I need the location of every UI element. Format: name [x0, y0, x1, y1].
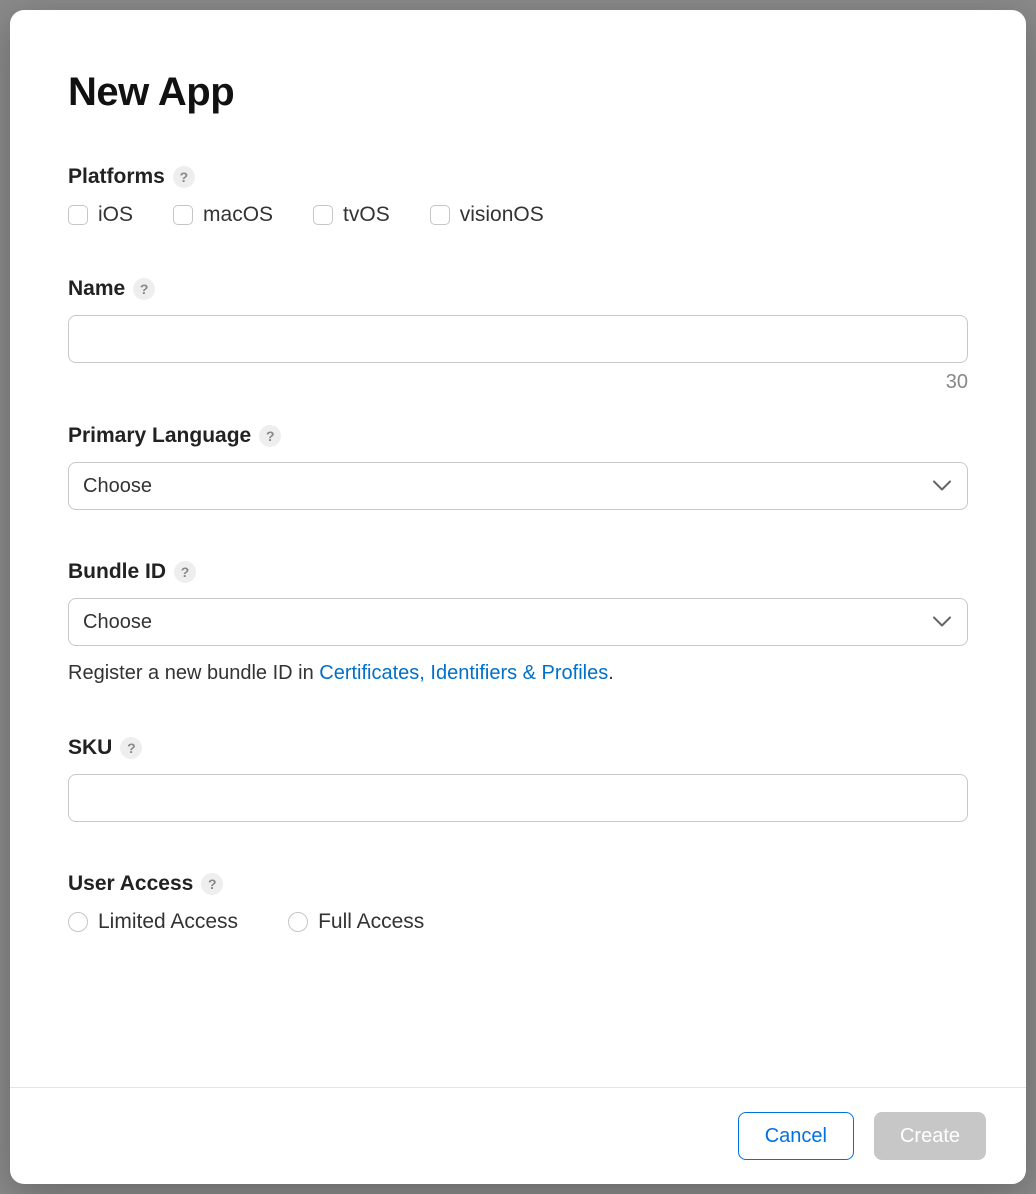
platform-macos-checkbox[interactable]: macOS — [173, 203, 273, 227]
platform-macos-label: macOS — [203, 203, 273, 227]
primary-language-label: Primary Language — [68, 424, 251, 448]
checkbox-icon — [68, 205, 88, 225]
bundle-id-select[interactable]: Choose — [68, 598, 968, 646]
chevron-down-icon — [933, 617, 951, 628]
bundle-id-field: Bundle ID ? Choose Register a new bundle… — [68, 560, 968, 686]
primary-language-select[interactable]: Choose — [68, 462, 968, 510]
help-icon[interactable]: ? — [201, 873, 223, 895]
bundle-id-hint-suffix: . — [608, 662, 614, 684]
page-title: New App — [68, 70, 968, 115]
bundle-id-label: Bundle ID — [68, 560, 166, 584]
name-char-counter: 30 — [68, 371, 968, 394]
bundle-id-hint-prefix: Register a new bundle ID in — [68, 662, 319, 684]
platforms-field: Platforms ? iOS macOS tvOS visi — [68, 165, 968, 227]
bundle-id-label-row: Bundle ID ? — [68, 560, 968, 584]
bundle-id-value: Choose — [83, 611, 152, 634]
user-access-options: Limited Access Full Access — [68, 910, 968, 934]
cancel-button[interactable]: Cancel — [738, 1112, 854, 1160]
user-access-field: User Access ? Limited Access Full Access — [68, 872, 968, 934]
platform-tvos-checkbox[interactable]: tvOS — [313, 203, 390, 227]
radio-icon — [68, 912, 88, 932]
platform-visionos-label: visionOS — [460, 203, 544, 227]
sku-field: SKU ? — [68, 736, 968, 822]
sku-label-row: SKU ? — [68, 736, 968, 760]
sku-input[interactable] — [68, 774, 968, 822]
name-input[interactable] — [68, 315, 968, 363]
platforms-label: Platforms — [68, 165, 165, 189]
modal-content: New App Platforms ? iOS macOS tvOS — [10, 10, 1026, 1087]
name-label: Name — [68, 277, 125, 301]
platform-ios-checkbox[interactable]: iOS — [68, 203, 133, 227]
platform-ios-label: iOS — [98, 203, 133, 227]
checkbox-icon — [173, 205, 193, 225]
name-label-row: Name ? — [68, 277, 968, 301]
help-icon[interactable]: ? — [174, 561, 196, 583]
full-access-label: Full Access — [318, 910, 424, 934]
user-access-label: User Access — [68, 872, 193, 896]
platforms-options: iOS macOS tvOS visionOS — [68, 203, 968, 227]
create-button[interactable]: Create — [874, 1112, 986, 1160]
sku-label: SKU — [68, 736, 112, 760]
modal-footer: Cancel Create — [10, 1087, 1026, 1184]
bundle-id-hint: Register a new bundle ID in Certificates… — [68, 660, 968, 686]
help-icon[interactable]: ? — [259, 425, 281, 447]
limited-access-label: Limited Access — [98, 910, 238, 934]
radio-icon — [288, 912, 308, 932]
checkbox-icon — [313, 205, 333, 225]
platform-tvos-label: tvOS — [343, 203, 390, 227]
user-access-label-row: User Access ? — [68, 872, 968, 896]
primary-language-label-row: Primary Language ? — [68, 424, 968, 448]
new-app-modal: New App Platforms ? iOS macOS tvOS — [10, 10, 1026, 1184]
platform-visionos-checkbox[interactable]: visionOS — [430, 203, 544, 227]
full-access-radio[interactable]: Full Access — [288, 910, 424, 934]
chevron-down-icon — [933, 481, 951, 492]
checkbox-icon — [430, 205, 450, 225]
help-icon[interactable]: ? — [120, 737, 142, 759]
primary-language-field: Primary Language ? Choose — [68, 424, 968, 510]
limited-access-radio[interactable]: Limited Access — [68, 910, 238, 934]
platforms-label-row: Platforms ? — [68, 165, 968, 189]
help-icon[interactable]: ? — [173, 166, 195, 188]
name-field: Name ? 30 — [68, 277, 968, 394]
certificates-link[interactable]: Certificates, Identifiers & Profiles — [319, 662, 608, 684]
help-icon[interactable]: ? — [133, 278, 155, 300]
primary-language-value: Choose — [83, 475, 152, 498]
